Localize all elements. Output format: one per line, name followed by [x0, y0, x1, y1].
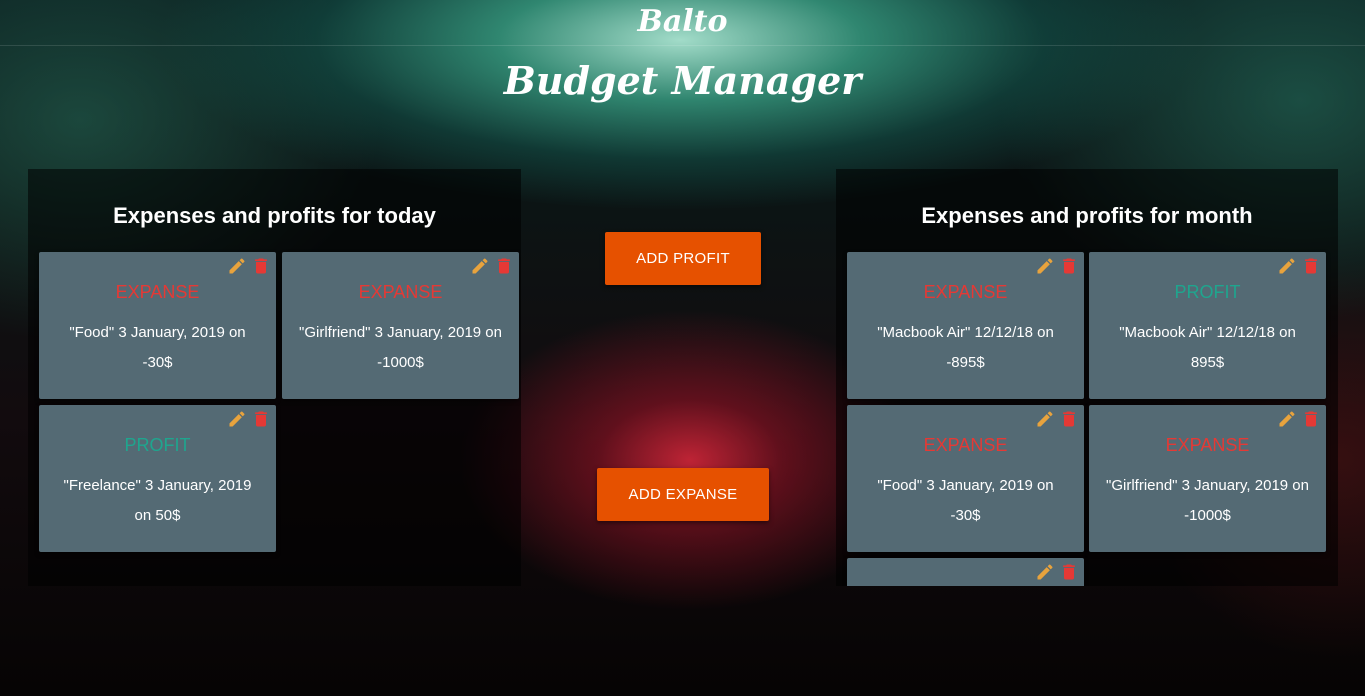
card-actions [227, 409, 271, 429]
today-panel-title: Expenses and profits for today [113, 203, 436, 228]
today-card: PROFIT "Freelance" 3 January, 2019 on 50… [39, 405, 276, 552]
pencil-icon[interactable] [227, 409, 247, 429]
pencil-icon[interactable] [1035, 409, 1055, 429]
today-card: EXPANSE "Girlfriend" 3 January, 2019 on … [282, 252, 519, 399]
card-type-label: PROFIT [1174, 282, 1241, 302]
pencil-icon[interactable] [1277, 409, 1297, 429]
brand-logo: Balto [637, 4, 728, 39]
trash-icon[interactable] [251, 409, 271, 429]
card-type-label: EXPANSE [358, 282, 443, 302]
pencil-icon[interactable] [1277, 256, 1297, 276]
trash-icon[interactable] [1301, 256, 1321, 276]
pencil-icon[interactable] [227, 256, 247, 276]
month-card: EXPANSE "Food" 3 January, 2019 on -30$ [847, 405, 1084, 552]
month-panel-title: Expenses and profits for month [921, 203, 1253, 228]
card-description: "Food" 3 January, 2019 on -30$ [877, 477, 1054, 524]
card-description: "Freelance" 3 January, 2019 on 50$ [63, 477, 252, 524]
month-card: EXPANSE "Macbook Air" 12/12/18 on -895$ [847, 252, 1084, 399]
card-description: "Food" 3 January, 2019 on -30$ [69, 324, 246, 371]
trash-icon[interactable] [494, 256, 514, 276]
trash-icon[interactable] [251, 256, 271, 276]
card-description: "Macbook Air" 12/12/18 on -895$ [877, 324, 1054, 371]
month-card: EXPANSE "Girlfriend" 3 January, 2019 on … [1089, 405, 1326, 552]
card-description: "Girlfriend" 3 January, 2019 on -1000$ [299, 324, 502, 371]
card-actions [1035, 562, 1079, 582]
pencil-icon[interactable] [470, 256, 490, 276]
card-actions [1277, 409, 1321, 429]
card-type-label: PROFIT [124, 435, 191, 455]
card-type-label: EXPANSE [115, 282, 200, 302]
card-actions [1035, 256, 1079, 276]
trash-icon[interactable] [1059, 409, 1079, 429]
card-description: "Macbook Air" 12/12/18 on 895$ [1119, 324, 1296, 371]
card-actions [227, 256, 271, 276]
card-actions [470, 256, 514, 276]
month-panel: Expenses and profits for month EXPANSE "… [836, 169, 1338, 586]
pencil-icon[interactable] [1035, 562, 1055, 582]
card-actions [1277, 256, 1321, 276]
add-expanse-button[interactable]: ADD EXPANSE [597, 468, 769, 521]
card-type-label: EXPANSE [1165, 435, 1250, 455]
card-type-label: EXPANSE [923, 435, 1008, 455]
card-actions [1035, 409, 1079, 429]
today-panel: Expenses and profits for today EXPANSE "… [28, 169, 521, 586]
add-profit-button[interactable]: ADD PROFIT [605, 232, 761, 285]
header-divider [0, 45, 1365, 46]
page-title: Budget Manager [503, 58, 862, 103]
card-type-label: EXPANSE [923, 282, 1008, 302]
card-description: "Girlfriend" 3 January, 2019 on -1000$ [1106, 477, 1309, 524]
today-card: EXPANSE "Food" 3 January, 2019 on -30$ [39, 252, 276, 399]
month-card [847, 558, 1084, 586]
trash-icon[interactable] [1059, 256, 1079, 276]
pencil-icon[interactable] [1035, 256, 1055, 276]
month-card: PROFIT "Macbook Air" 12/12/18 on 895$ [1089, 252, 1326, 399]
trash-icon[interactable] [1301, 409, 1321, 429]
trash-icon[interactable] [1059, 562, 1079, 582]
